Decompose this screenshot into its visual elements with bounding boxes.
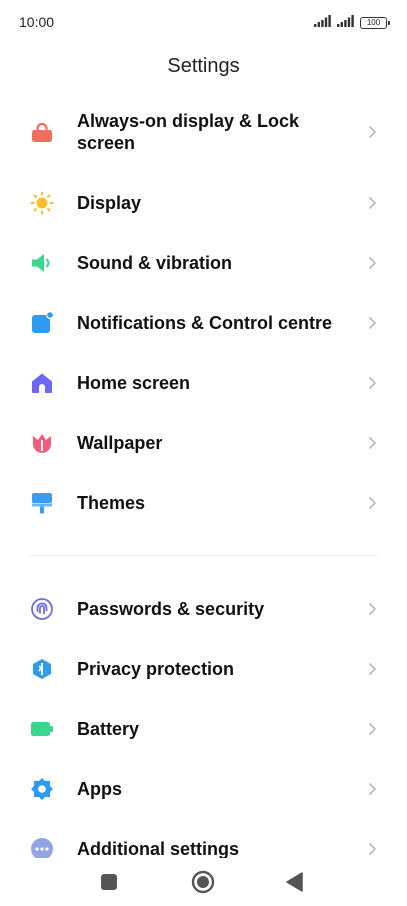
settings-item-themes[interactable]: Themes [0,473,407,533]
back-button[interactable] [283,870,307,894]
speaker-icon [30,251,54,275]
settings-item-label: Apps [77,779,122,799]
settings-item-home-screen[interactable]: Home screen [0,353,407,413]
settings-item-label: Additional settings [77,839,239,858]
battery-icon [30,717,54,741]
settings-item-label: Themes [77,493,146,513]
chevron-right-icon [368,436,377,450]
settings-item-additional[interactable]: Additional settings [0,819,407,858]
settings-item-privacy[interactable]: Privacy protection [0,639,407,699]
settings-item-notifications[interactable]: Notifications & Control centre [0,293,407,353]
settings-item-battery[interactable]: Battery [0,699,407,759]
chevron-right-icon [368,196,377,210]
section-divider [30,555,377,556]
settings-item-label: Display [77,193,142,213]
sun-icon [30,191,54,215]
settings-item-lock-screen[interactable]: Always-on display & Lock screen [0,102,407,162]
chevron-right-icon [368,782,377,796]
circle-icon [191,870,215,894]
settings-item-passwords-security[interactable]: Passwords & security [0,579,407,639]
settings-item-label: Privacy protection [77,659,235,679]
settings-item-wallpaper[interactable]: Wallpaper [0,413,407,473]
lock-icon [30,120,54,144]
chevron-right-icon [368,316,377,330]
home-icon [30,371,54,395]
triangle-back-icon [283,870,307,894]
more-icon [30,837,54,858]
chevron-right-icon [368,125,377,139]
settings-list[interactable]: Always-on display & Lock screen Display … [0,0,407,858]
square-icon [97,870,121,894]
settings-item-display[interactable]: Display [0,173,407,233]
settings-item-label: Wallpaper [77,433,163,453]
paint-brush-icon [30,491,54,515]
settings-item-label: Home screen [77,373,191,393]
chevron-right-icon [368,496,377,510]
settings-item-sound[interactable]: Sound & vibration [0,233,407,293]
notification-icon [30,311,54,335]
recents-button[interactable] [97,870,121,894]
settings-item-label: Sound & vibration [77,253,232,273]
chevron-right-icon [368,722,377,736]
settings-item-apps[interactable]: Apps [0,759,407,819]
home-button[interactable] [191,870,215,894]
settings-item-label: Notifications & Control centre [77,313,333,333]
chevron-right-icon [368,376,377,390]
gear-icon [30,777,54,801]
settings-item-label: Battery [77,719,140,739]
shield-icon [30,657,54,681]
fingerprint-icon [30,597,54,621]
chevron-right-icon [368,842,377,856]
chevron-right-icon [368,602,377,616]
chevron-right-icon [368,662,377,676]
tulip-icon [30,431,54,455]
settings-item-label: Passwords & security [77,599,265,619]
chevron-right-icon [368,256,377,270]
settings-item-label: Always-on display & Lock screen [77,111,300,153]
navigation-bar [0,858,407,906]
